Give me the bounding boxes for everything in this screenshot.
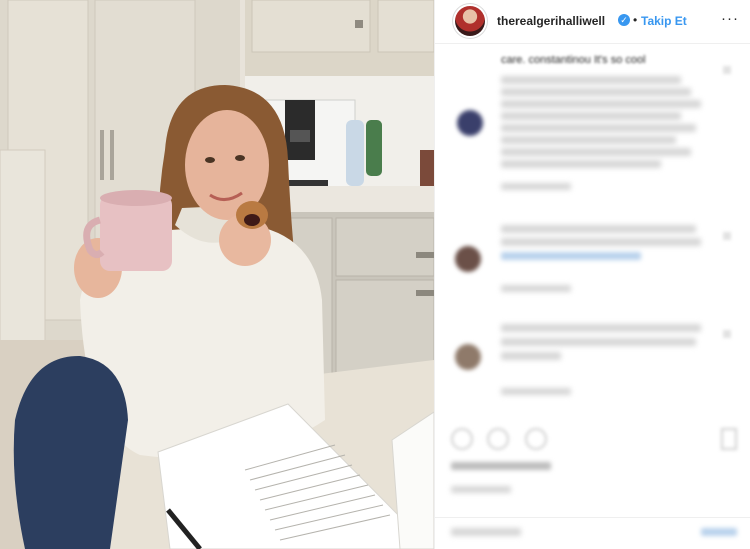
post-date	[451, 486, 511, 493]
comment-blurred-line	[501, 238, 701, 246]
comment-blurred-line	[501, 88, 691, 96]
likes-count	[451, 462, 551, 470]
follow-button[interactable]: Takip Et	[641, 14, 687, 28]
comment-avatar[interactable]	[455, 246, 481, 272]
comment-meta	[501, 285, 571, 292]
comment-like-icon[interactable]	[723, 232, 731, 240]
comment-blurred-line	[501, 324, 701, 332]
caption-text: care. constantinou It's so cool	[501, 54, 646, 66]
comment-blurred-line	[501, 124, 696, 132]
comment-blurred-line	[501, 148, 691, 156]
comment-blurred-line	[501, 100, 701, 108]
post-header: therealgerihalliwell ✓ • Takip Et ···	[435, 0, 750, 44]
more-options-icon[interactable]: ···	[721, 10, 739, 27]
comment-blurred-line	[501, 136, 676, 144]
username-link[interactable]: therealgerihalliwell	[497, 14, 605, 28]
add-comment-input[interactable]	[451, 528, 521, 536]
comment-blurred-line	[501, 112, 681, 120]
verified-check-icon: ✓	[618, 14, 630, 26]
comment-blurred-line	[501, 160, 661, 168]
comment-icon[interactable]	[487, 428, 509, 450]
comment-blurred-line	[501, 338, 696, 346]
divider	[435, 517, 750, 518]
caption-blurred-line	[501, 76, 681, 84]
comment-meta	[501, 183, 571, 190]
bookmark-icon[interactable]	[721, 428, 737, 450]
comment-avatar[interactable]	[457, 110, 483, 136]
comment-blurred-line	[501, 225, 696, 233]
comment-mention[interactable]	[501, 252, 641, 260]
post-side-panel: therealgerihalliwell ✓ • Takip Et ··· ca…	[434, 0, 750, 549]
comment-blurred-line	[501, 352, 561, 360]
comment-like-icon[interactable]	[723, 330, 731, 338]
comment-meta	[501, 388, 571, 395]
avatar[interactable]	[455, 6, 485, 36]
caption-like-icon[interactable]	[723, 66, 731, 74]
post-comment-button[interactable]	[701, 528, 737, 536]
share-icon[interactable]	[525, 428, 547, 450]
separator-dot: •	[633, 13, 638, 27]
comment-avatar[interactable]	[455, 344, 481, 370]
heart-icon[interactable]	[451, 428, 473, 450]
post-photo[interactable]	[0, 0, 434, 549]
